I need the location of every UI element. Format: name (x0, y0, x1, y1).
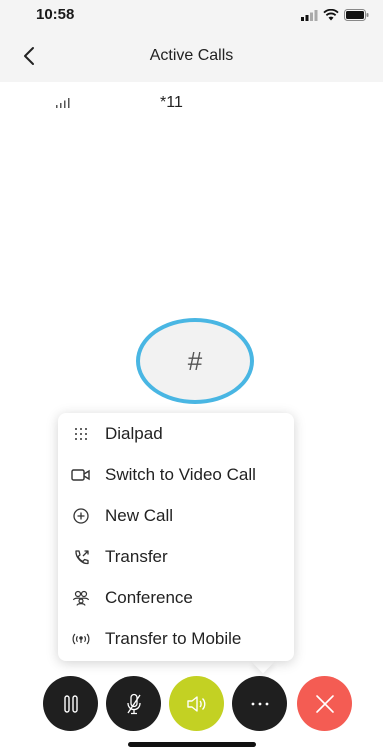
menu-item-switch-to-video[interactable]: Switch to Video Call (58, 455, 294, 495)
call-number: *11 (160, 94, 183, 111)
menu-item-transfer[interactable]: Transfer (58, 537, 294, 577)
speaker-icon (186, 695, 205, 712)
speaker-button[interactable] (169, 676, 224, 731)
dialpad-icon (70, 423, 92, 445)
status-bar: 10:58 (0, 0, 383, 30)
call-controls (0, 676, 383, 734)
page-title: Active Calls (149, 47, 234, 64)
menu-item-conference[interactable]: Conference (58, 578, 294, 618)
more-options-button[interactable] (232, 676, 287, 731)
nav-bar: Active Calls (0, 30, 383, 82)
menu-item-label: Transfer to Mobile (105, 629, 242, 648)
home-indicator (128, 742, 256, 747)
mic-off-icon (126, 693, 141, 714)
call-quality-icon (56, 98, 70, 108)
conference-icon (70, 587, 92, 609)
menu-item-label: Conference (105, 588, 193, 607)
wifi-icon (323, 9, 339, 21)
hold-button[interactable] (43, 676, 98, 731)
more-options-menu: Dialpad Switch to Video Call New Call Tr… (58, 413, 294, 661)
menu-item-label: Transfer (105, 547, 168, 566)
menu-item-label: New Call (105, 506, 174, 525)
pause-icon (63, 694, 78, 713)
menu-item-label: Switch to Video Call (105, 465, 256, 484)
close-icon (315, 694, 334, 713)
menu-item-dialpad[interactable]: Dialpad (58, 414, 294, 454)
caller-avatar: # (136, 318, 254, 404)
transfer-icon (70, 546, 92, 568)
video-icon (70, 464, 92, 486)
mute-button[interactable] (106, 676, 161, 731)
more-icon (251, 702, 268, 705)
plus-circle-icon (70, 505, 92, 527)
menu-item-new-call[interactable]: New Call (58, 496, 294, 536)
cellular-signal-icon (301, 9, 318, 21)
battery-icon (344, 9, 369, 21)
menu-item-label: Dialpad (105, 424, 163, 443)
status-time: 10:58 (36, 6, 75, 23)
status-icons (301, 9, 369, 21)
menu-item-transfer-to-mobile[interactable]: Transfer to Mobile (58, 619, 294, 659)
end-call-button[interactable] (297, 676, 352, 731)
mobile-signal-icon (70, 628, 92, 650)
